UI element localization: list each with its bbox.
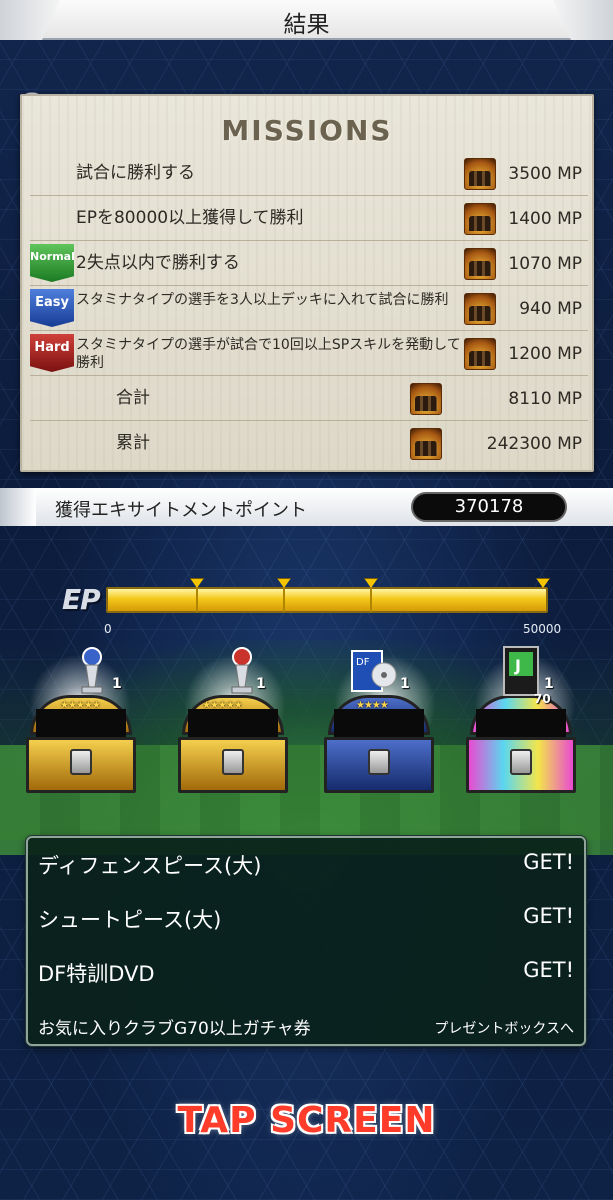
item-count: 1 <box>112 676 122 692</box>
gauge-tick-line <box>283 588 285 612</box>
cumulative-value: 242300 MP <box>486 434 582 454</box>
mission-reward: 940 MP <box>519 299 582 319</box>
band-decoration <box>0 488 36 526</box>
difficulty-badge-normal: Normal <box>30 244 74 282</box>
mission-row: Normal 2失点以内で勝利する 1070 MP <box>30 242 588 286</box>
mission-row: Hard スタミナタイプの選手が試合で10回以上SPスキルを発動して勝利 120… <box>30 332 588 376</box>
reward-name: DF特訓DVD <box>38 962 155 986</box>
item-count: 1 <box>400 676 410 692</box>
df-dvd-icon: DF <box>351 650 397 692</box>
gauge-max-label: 50000 <box>523 622 562 636</box>
mission-total-row: 合計 8110 MP <box>30 377 588 421</box>
trophy-mp-icon <box>410 428 442 460</box>
trophy-mp-icon <box>464 248 496 280</box>
svg-text:J: J <box>514 656 521 675</box>
reward-status: GET! <box>523 904 574 928</box>
ep-gauge-bar <box>106 587 548 613</box>
gauge-tick-line <box>196 588 198 612</box>
excitement-points-value: 370178 <box>411 492 567 522</box>
trophy-mp-icon <box>464 338 496 370</box>
reward-status: プレゼントボックスへ <box>434 1021 574 1037</box>
mission-text: 2失点以内で勝利する <box>76 253 240 273</box>
total-label: 合計 <box>116 388 150 408</box>
result-screen[interactable]: 結果 MISSIONS 試合に勝利する 3500 MP EPを80000以上獲得… <box>0 0 613 1200</box>
reward-name: ディフェンスピース(大) <box>38 854 262 878</box>
lock-icon <box>70 749 92 775</box>
mission-text: スタミナタイプの選手を3人以上デッキに入れて試合に勝利 <box>76 292 449 308</box>
mission-text: 試合に勝利する <box>76 163 195 183</box>
item-count: 1 <box>544 676 554 692</box>
treasure-chest-rainbow <box>462 695 580 795</box>
excitement-points-label: 獲得エキサイトメントポイント <box>55 500 307 521</box>
header-bar: 結果 <box>0 0 613 40</box>
mission-row: Easy スタミナタイプの選手を3人以上デッキに入れて試合に勝利 940 MP <box>30 287 588 331</box>
blue-trophy-icon <box>81 647 103 694</box>
ep-gauge-label: EP <box>62 583 101 616</box>
gauge-tick-line <box>370 588 372 612</box>
rarity-stars: ★★★★ <box>356 700 389 711</box>
trophy-mp-icon <box>464 158 496 190</box>
lock-icon <box>222 749 244 775</box>
lock-icon <box>368 749 390 775</box>
mission-reward: 1200 MP <box>508 344 582 364</box>
mission-row: 試合に勝利する 3500 MP <box>30 152 588 196</box>
tap-screen-prompt[interactable]: TAP SCREEN <box>0 1100 613 1141</box>
reward-name: シュートピース(大) <box>38 908 222 932</box>
mission-reward: 1070 MP <box>508 254 582 274</box>
mission-text: スタミナタイプの選手が試合で10回以上SPスキルを発動して勝利 <box>76 337 461 371</box>
difficulty-badge-hard: Hard <box>30 334 74 372</box>
page-title: 結果 <box>283 12 330 38</box>
mission-cumulative-row: 累計 242300 MP <box>30 422 588 466</box>
rewards-panel: ディフェンスピース(大) GET! シュートピース(大) GET! DF特訓DV… <box>26 836 586 1046</box>
cumulative-label: 累計 <box>116 433 150 453</box>
item-grade: 70 <box>534 692 551 706</box>
reward-status: GET! <box>523 958 574 982</box>
rarity-stars: ★★★★★ <box>60 700 101 711</box>
mission-row: EPを80000以上獲得して勝利 1400 MP <box>30 197 588 241</box>
missions-panel: MISSIONS 試合に勝利する 3500 MP EPを80000以上獲得して勝… <box>20 94 594 472</box>
reward-status: GET! <box>523 850 574 874</box>
svg-text:DF: DF <box>356 657 370 668</box>
item-count: 1 <box>256 676 266 692</box>
gauge-min-label: 0 <box>104 622 112 636</box>
rarity-stars: ★★★★★ <box>202 700 243 711</box>
total-value: 8110 MP <box>508 389 582 409</box>
red-trophy-icon <box>231 647 253 694</box>
trophy-mp-icon <box>464 293 496 325</box>
mission-text: EPを80000以上獲得して勝利 <box>76 208 304 228</box>
trophy-mp-icon <box>464 203 496 235</box>
mission-reward: 1400 MP <box>508 209 582 229</box>
reward-name: お気に入りクラブG70以上ガチャ券 <box>38 1019 311 1039</box>
missions-title: MISSIONS <box>221 114 393 147</box>
mission-reward: 3500 MP <box>508 164 582 184</box>
lock-icon <box>510 749 532 775</box>
difficulty-badge-easy: Easy <box>30 289 74 327</box>
trophy-mp-icon <box>410 383 442 415</box>
